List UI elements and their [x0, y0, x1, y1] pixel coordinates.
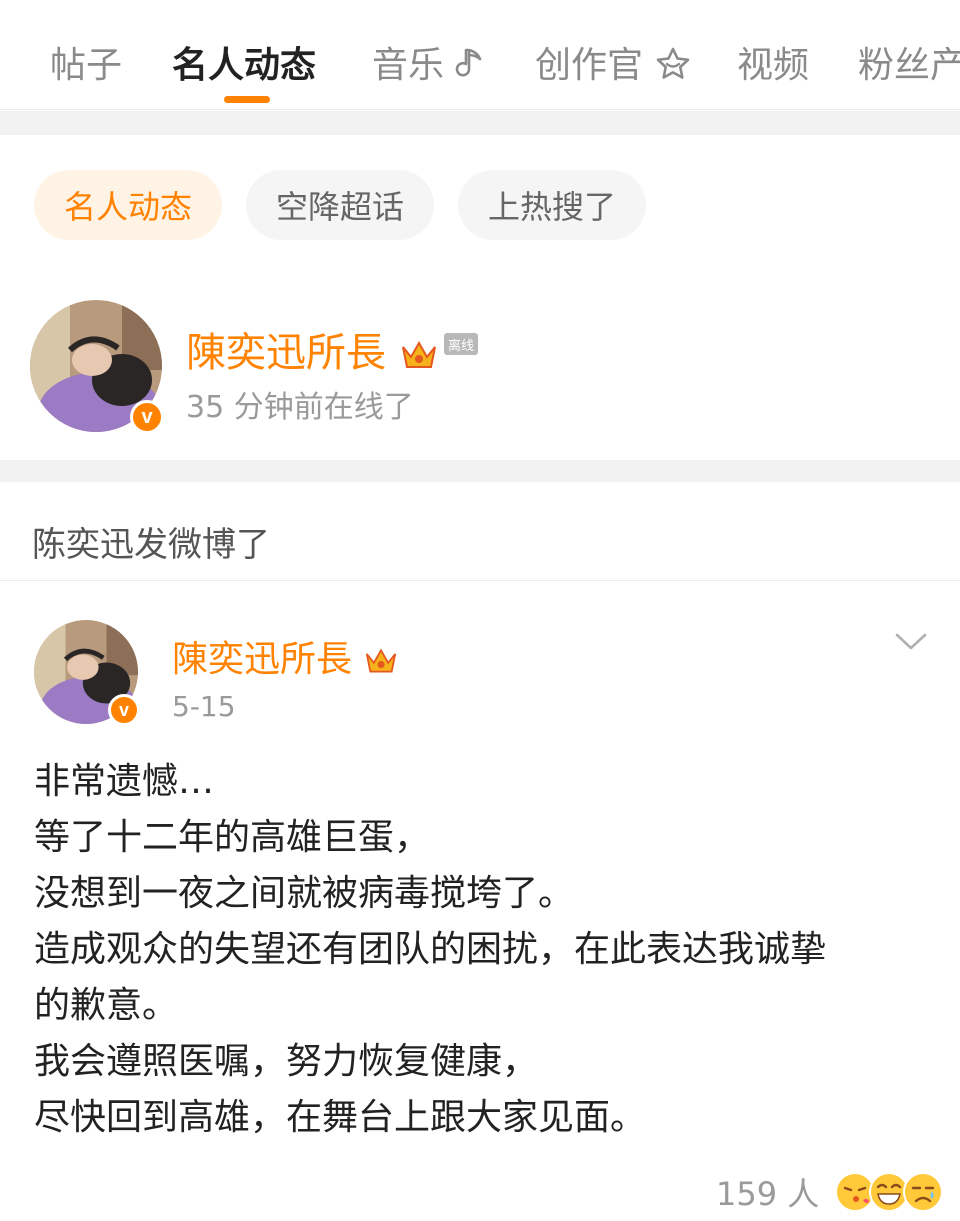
- chevron-down-icon[interactable]: [894, 632, 928, 652]
- tab-creator[interactable]: 创作官: [535, 36, 692, 88]
- post-line: 没想到一夜之间就被病毒搅垮了。: [34, 873, 575, 914]
- profile-name[interactable]: 陳奕迅所長: [186, 320, 439, 378]
- tab-label: 名人动态: [172, 45, 317, 86]
- divider: [0, 580, 960, 581]
- star-badge-icon: [657, 47, 690, 79]
- chip-trending[interactable]: 上热搜了: [458, 170, 646, 240]
- offline-tag: 离线: [444, 333, 478, 355]
- verified-badge: v: [130, 400, 164, 434]
- section-gap: [0, 111, 960, 135]
- verified-mark: v: [118, 699, 129, 720]
- crying-face-icon: [903, 1172, 944, 1212]
- active-tab-indicator: [224, 96, 270, 103]
- tab-fan-content[interactable]: 粉丝产: [858, 36, 960, 88]
- post-body: 非常遗憾… 等了十二年的高雄巨蛋， 没想到一夜之间就被病毒搅垮了。 造成观众的失…: [34, 754, 934, 1146]
- tab-celebrity-news[interactable]: 名人动态: [172, 36, 316, 88]
- verified-mark: v: [141, 405, 153, 428]
- tab-label: 音乐: [372, 45, 445, 86]
- post-author-avatar[interactable]: v: [34, 620, 140, 726]
- post-line: 造成观众的失望还有团队的困扰，在此表达我诚挚: [34, 929, 827, 970]
- reaction-summary[interactable]: 159 人: [716, 1166, 945, 1218]
- feed-section-title: 陈奕迅发微博了: [32, 525, 270, 565]
- tab-label: 帖子: [50, 45, 123, 86]
- tab-label: 粉丝产: [858, 45, 960, 86]
- post-author-name[interactable]: 陳奕迅所長: [172, 630, 399, 682]
- offline-tag-text: 离线: [447, 338, 474, 354]
- post-line: 尽快回到高雄，在舞台上跟大家见面。: [34, 1097, 647, 1138]
- tab-label: 创作官: [535, 45, 644, 86]
- section-gap: [0, 460, 960, 482]
- profile-name-text: 陳奕迅所長: [186, 330, 386, 376]
- chip-label: 上热搜了: [487, 188, 616, 226]
- post-line: 我会遵照医嘱，努力恢复健康，: [34, 1041, 539, 1082]
- tab-music[interactable]: 音乐: [372, 36, 485, 88]
- last-online-text: 35 分钟前在线了: [186, 390, 414, 425]
- chip-label: 空降超话: [275, 188, 404, 226]
- post-author-name-text: 陳奕迅所長: [172, 639, 353, 680]
- post-line: 非常遗憾…: [34, 761, 215, 802]
- tab-video[interactable]: 视频: [737, 36, 809, 88]
- chip-celebrity-news[interactable]: 名人动态: [34, 170, 222, 240]
- chip-label: 名人动态: [63, 188, 192, 226]
- music-note-icon: [456, 48, 482, 77]
- reaction-count: 159 人: [716, 1175, 820, 1213]
- crown-icon: [366, 648, 397, 673]
- post-date: 5-15: [172, 690, 236, 723]
- top-tab-bar: 帖子 名人动态 音乐 创作官 视频 粉丝产: [0, 0, 960, 110]
- crown-icon: [401, 340, 436, 368]
- post-line: 的歉意。: [34, 985, 179, 1026]
- profile-avatar[interactable]: v: [30, 300, 164, 434]
- verified-badge: v: [108, 694, 140, 726]
- chip-airdrop-topic[interactable]: 空降超话: [246, 170, 434, 240]
- tab-posts[interactable]: 帖子: [50, 36, 122, 88]
- tab-label: 视频: [737, 45, 810, 86]
- post-line: 等了十二年的高雄巨蛋，: [34, 817, 431, 858]
